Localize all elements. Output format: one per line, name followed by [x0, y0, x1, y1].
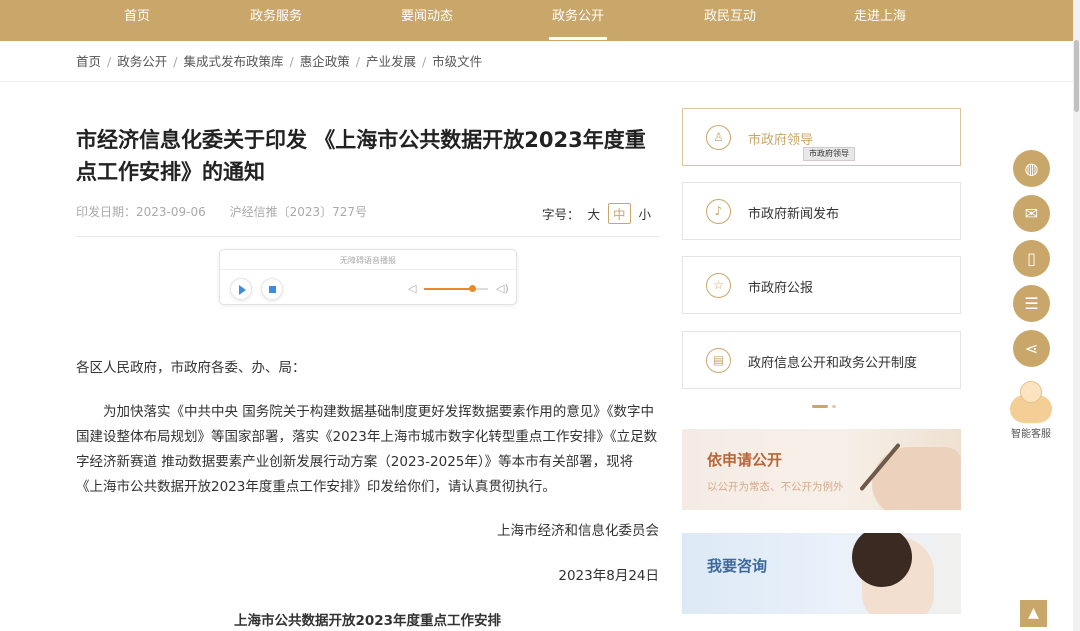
mobile-icon[interactable]: ▯ — [1013, 240, 1050, 277]
carousel-dot[interactable] — [832, 405, 836, 408]
banner-title: 依申请公开 — [707, 451, 783, 469]
carousel-indicator[interactable] — [812, 405, 838, 408]
publish-date-label: 印发日期： — [76, 205, 137, 219]
article-sign-date: 2023年8月24日 — [558, 568, 659, 584]
volume-knob[interactable] — [469, 285, 476, 292]
font-size-small[interactable]: 小 — [639, 204, 652, 223]
sidebar-link-label: 市政府新闻发布 — [748, 207, 840, 222]
assistant-head — [1020, 381, 1042, 403]
nav-item-shanghai[interactable]: 走进上海 — [830, 0, 930, 41]
attachment-title: 上海市公共数据开放2023年度重点工作安排 — [233, 613, 502, 629]
top-navigation: 首页 政务服务 要闻动态 政务公开 政民互动 走进上海 — [0, 0, 1080, 41]
assistant-label[interactable]: 智能客服 — [1011, 425, 1051, 440]
breadcrumb-enterprise-policy[interactable]: 惠企政策 — [300, 51, 350, 70]
nav-item-gov-open[interactable]: 政务公开 — [528, 0, 628, 41]
sidebar-link-label: 政府信息公开和政务公开制度 — [748, 356, 918, 371]
volume-slider[interactable] — [424, 285, 488, 292]
breadcrumb-gov-open[interactable]: 政务公开 — [117, 51, 167, 70]
sidebar-link-gazette[interactable]: ☆ 市政府公报 — [682, 256, 961, 314]
mail-icon[interactable]: ✉ — [1013, 195, 1050, 232]
article-paragraph: 为加快落实《中共中央 国务院关于构建数据基础制度更好发挥数据要素作用的意见》《数… — [76, 404, 658, 495]
sidebar-link-disclosure[interactable]: ▤ 政府信息公开和政务公开制度 — [682, 331, 961, 389]
font-size-label: 字号： — [542, 207, 580, 222]
breadcrumb-separator: / — [173, 54, 178, 69]
tooltip: 市政府领导 — [803, 147, 855, 161]
apply-disclosure-banner[interactable]: 依申请公开 以公开为常态、不公开为例外 — [682, 429, 961, 510]
volume-fill — [424, 288, 472, 290]
sidebar-link-label: 市政府领导 — [748, 133, 814, 148]
font-size-switcher: 字号： 大中小 — [542, 203, 651, 224]
font-size-medium[interactable]: 中 — [608, 203, 631, 224]
banner-subtitle: 以公开为常态、不公开为例外 — [707, 481, 844, 493]
meta-divider — [76, 236, 659, 237]
nav-item-home[interactable]: 首页 — [87, 0, 187, 41]
breadcrumb-separator: / — [355, 54, 360, 69]
font-size-large[interactable]: 大 — [588, 204, 601, 223]
play-button[interactable] — [230, 278, 252, 300]
article-greeting: 各区人民政府，市政府各委、办、局： — [76, 360, 306, 376]
article-meta: 印发日期：2023-09-06 沪经信推〔2023〕727号 — [76, 203, 367, 220]
scrollbar[interactable] — [1073, 0, 1080, 631]
breadcrumb-city-docs[interactable]: 市级文件 — [432, 51, 482, 70]
nav-item-services[interactable]: 政务服务 — [226, 0, 326, 41]
article-title: 市经济信息化委关于印发 《上海市公共数据开放2023年度重点工作安排》的通知 — [76, 128, 646, 184]
rss-icon[interactable]: ☰ — [1013, 285, 1050, 322]
banner-title: 我要咨询 — [707, 557, 768, 575]
breadcrumb-separator: / — [289, 54, 294, 69]
document-icon: ▤ — [706, 348, 731, 373]
breadcrumb-separator: / — [107, 54, 112, 69]
breadcrumb-divider — [0, 81, 1080, 82]
scrollbar-thumb[interactable] — [1074, 40, 1079, 112]
sidebar-link-label: 市政府公报 — [748, 281, 814, 296]
breadcrumb-industry[interactable]: 产业发展 — [366, 51, 416, 70]
assistant-icon[interactable] — [1007, 381, 1055, 423]
volume-low-icon: ◁ — [408, 282, 417, 295]
wechat-icon[interactable]: ◍ — [1013, 150, 1050, 187]
audio-player-title: 无障碍语音播报 — [220, 252, 516, 270]
breadcrumb: 首页 / 政务公开 / 集成式发布政策库 / 惠企政策 / 产业发展 / 市级文件 — [76, 51, 482, 69]
audio-player: 无障碍语音播报 ◁ ◁) — [219, 249, 517, 305]
share-icon[interactable]: ⋖ — [1013, 330, 1050, 367]
breadcrumb-home[interactable]: 首页 — [76, 51, 101, 70]
microphone-icon: ♪ — [706, 199, 731, 224]
nav-item-interaction[interactable]: 政民互动 — [680, 0, 780, 41]
volume-high-icon: ◁) — [496, 282, 509, 295]
document-number: 沪经信推〔2023〕727号 — [229, 205, 368, 219]
publish-date: 2023-09-06 — [136, 205, 206, 219]
stop-button[interactable] — [261, 278, 283, 300]
person-icon: ♙ — [706, 125, 731, 150]
breadcrumb-separator: / — [421, 54, 427, 69]
carousel-dot-active[interactable] — [812, 405, 828, 408]
back-to-top-button[interactable]: ▲ — [1020, 600, 1047, 627]
breadcrumb-policy-library[interactable]: 集成式发布政策库 — [183, 51, 283, 70]
article-signer: 上海市经济和信息化委员会 — [497, 523, 659, 539]
nav-item-news[interactable]: 要闻动态 — [377, 0, 477, 41]
consult-banner[interactable]: 我要咨询 — [682, 533, 961, 614]
sidebar-link-press[interactable]: ♪ 市政府新闻发布 — [682, 182, 961, 240]
star-icon: ☆ — [706, 273, 731, 298]
